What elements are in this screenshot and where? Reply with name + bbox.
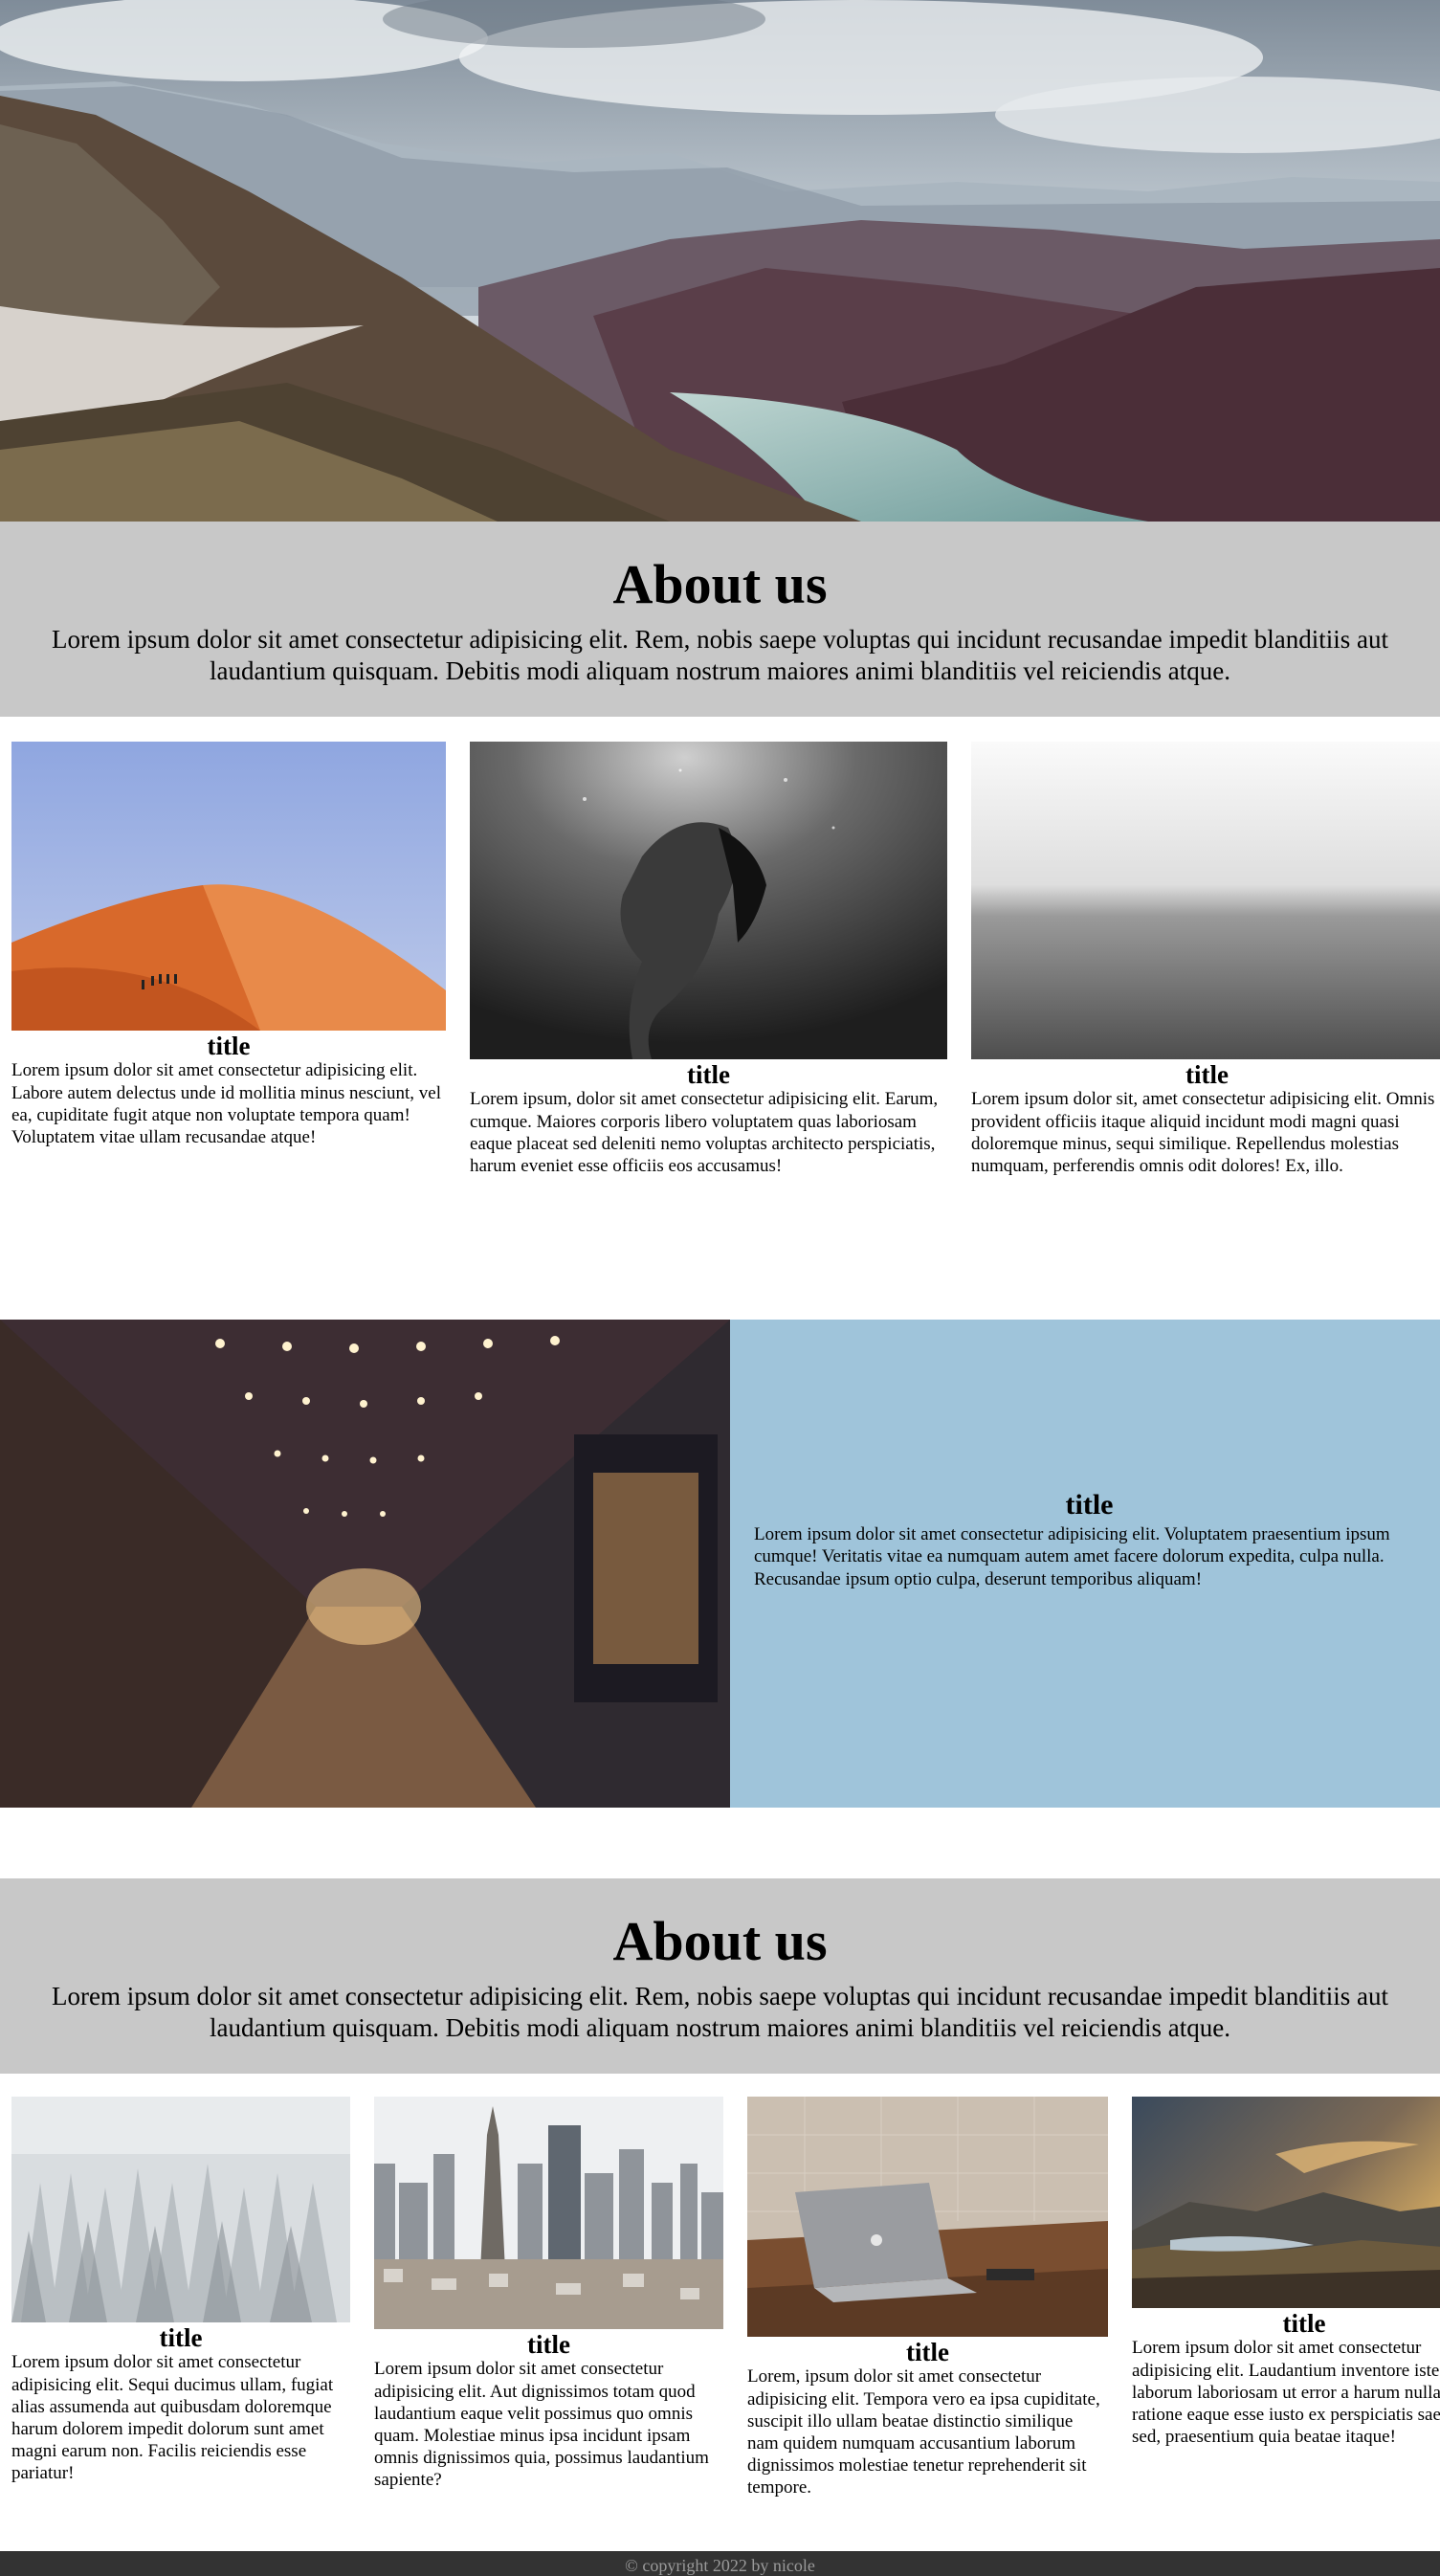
card-snow-forest: title Lorem ipsum dolor sit amet consect… bbox=[11, 2097, 350, 2484]
card-title: title bbox=[207, 1032, 251, 1060]
card-row: title Lorem ipsum dolor sit amet consect… bbox=[0, 717, 1440, 1320]
card-title: title bbox=[1185, 1060, 1229, 1089]
laptop-desk-photo bbox=[747, 2097, 1108, 2337]
card-title: title bbox=[687, 1060, 730, 1089]
snowy-forest-photo bbox=[11, 2097, 350, 2322]
feature-section: title Lorem ipsum dolor sit amet consect… bbox=[0, 1320, 1440, 1808]
card-text: Lorem ipsum dolor sit amet consectetur a… bbox=[11, 2352, 334, 2484]
card-text: Lorem ipsum dolor sit, amet consectetur … bbox=[971, 1089, 1435, 1176]
about-heading: About us bbox=[612, 1910, 828, 1972]
card-valley: title Lorem ipsum dolor sit amet consect… bbox=[1132, 2097, 1440, 2448]
underwater-person-photo bbox=[470, 742, 947, 1059]
card-text: Lorem ipsum, dolor sit amet consectetur … bbox=[470, 1089, 939, 1176]
feature-title: title bbox=[1065, 1489, 1114, 1521]
card-text: Lorem, ipsum dolor sit amet consectetur … bbox=[747, 2366, 1100, 2498]
feature-text-panel: title Lorem ipsum dolor sit amet consect… bbox=[730, 1320, 1440, 1808]
foggy-sea-photo bbox=[971, 742, 1440, 1059]
card-text: Lorem ipsum dolor sit amet consectetur a… bbox=[374, 2359, 709, 2491]
footer: © copyright 2022 by nicole bbox=[0, 2551, 1440, 2576]
copyright-text: © copyright 2022 by nicole bbox=[625, 2556, 815, 2575]
card-city: title Lorem ipsum dolor sit amet consect… bbox=[374, 2097, 723, 2491]
card-underwater: title Lorem ipsum, dolor sit amet consec… bbox=[470, 742, 947, 1177]
card-title: title bbox=[527, 2330, 570, 2359]
about-section-2: About us Lorem ipsum dolor sit amet cons… bbox=[0, 1878, 1440, 2074]
card-desert: title Lorem ipsum dolor sit amet consect… bbox=[11, 742, 446, 1148]
card-text: Lorem ipsum dolor sit amet consectetur a… bbox=[11, 1060, 442, 1147]
card-row-2: title Lorem ipsum dolor sit amet consect… bbox=[0, 2074, 1440, 2551]
about-section: About us Lorem ipsum dolor sit amet cons… bbox=[0, 522, 1440, 717]
card-title: title bbox=[159, 2323, 203, 2352]
city-skyline-photo bbox=[374, 2097, 723, 2329]
card-title: title bbox=[906, 2338, 949, 2366]
street-lights-photo bbox=[0, 1320, 730, 1808]
card-title: title bbox=[1282, 2309, 1326, 2338]
feature-text: Lorem ipsum dolor sit amet consectetur a… bbox=[754, 1524, 1390, 1589]
valley-sunset-photo bbox=[1132, 2097, 1440, 2308]
card-sea: title Lorem ipsum dolor sit, amet consec… bbox=[971, 742, 1440, 1177]
about-heading: About us bbox=[612, 553, 828, 615]
card-text: Lorem ipsum dolor sit amet consectetur a… bbox=[1132, 2338, 1440, 2448]
about-text: Lorem ipsum dolor sit amet consectetur a… bbox=[52, 624, 1388, 685]
about-text: Lorem ipsum dolor sit amet consectetur a… bbox=[52, 1981, 1388, 2042]
card-laptop: title Lorem, ipsum dolor sit amet consec… bbox=[747, 2097, 1108, 2498]
mountain-landscape-photo bbox=[0, 0, 1440, 522]
hero-image bbox=[0, 0, 1440, 522]
desert-dune-photo bbox=[11, 742, 446, 1031]
